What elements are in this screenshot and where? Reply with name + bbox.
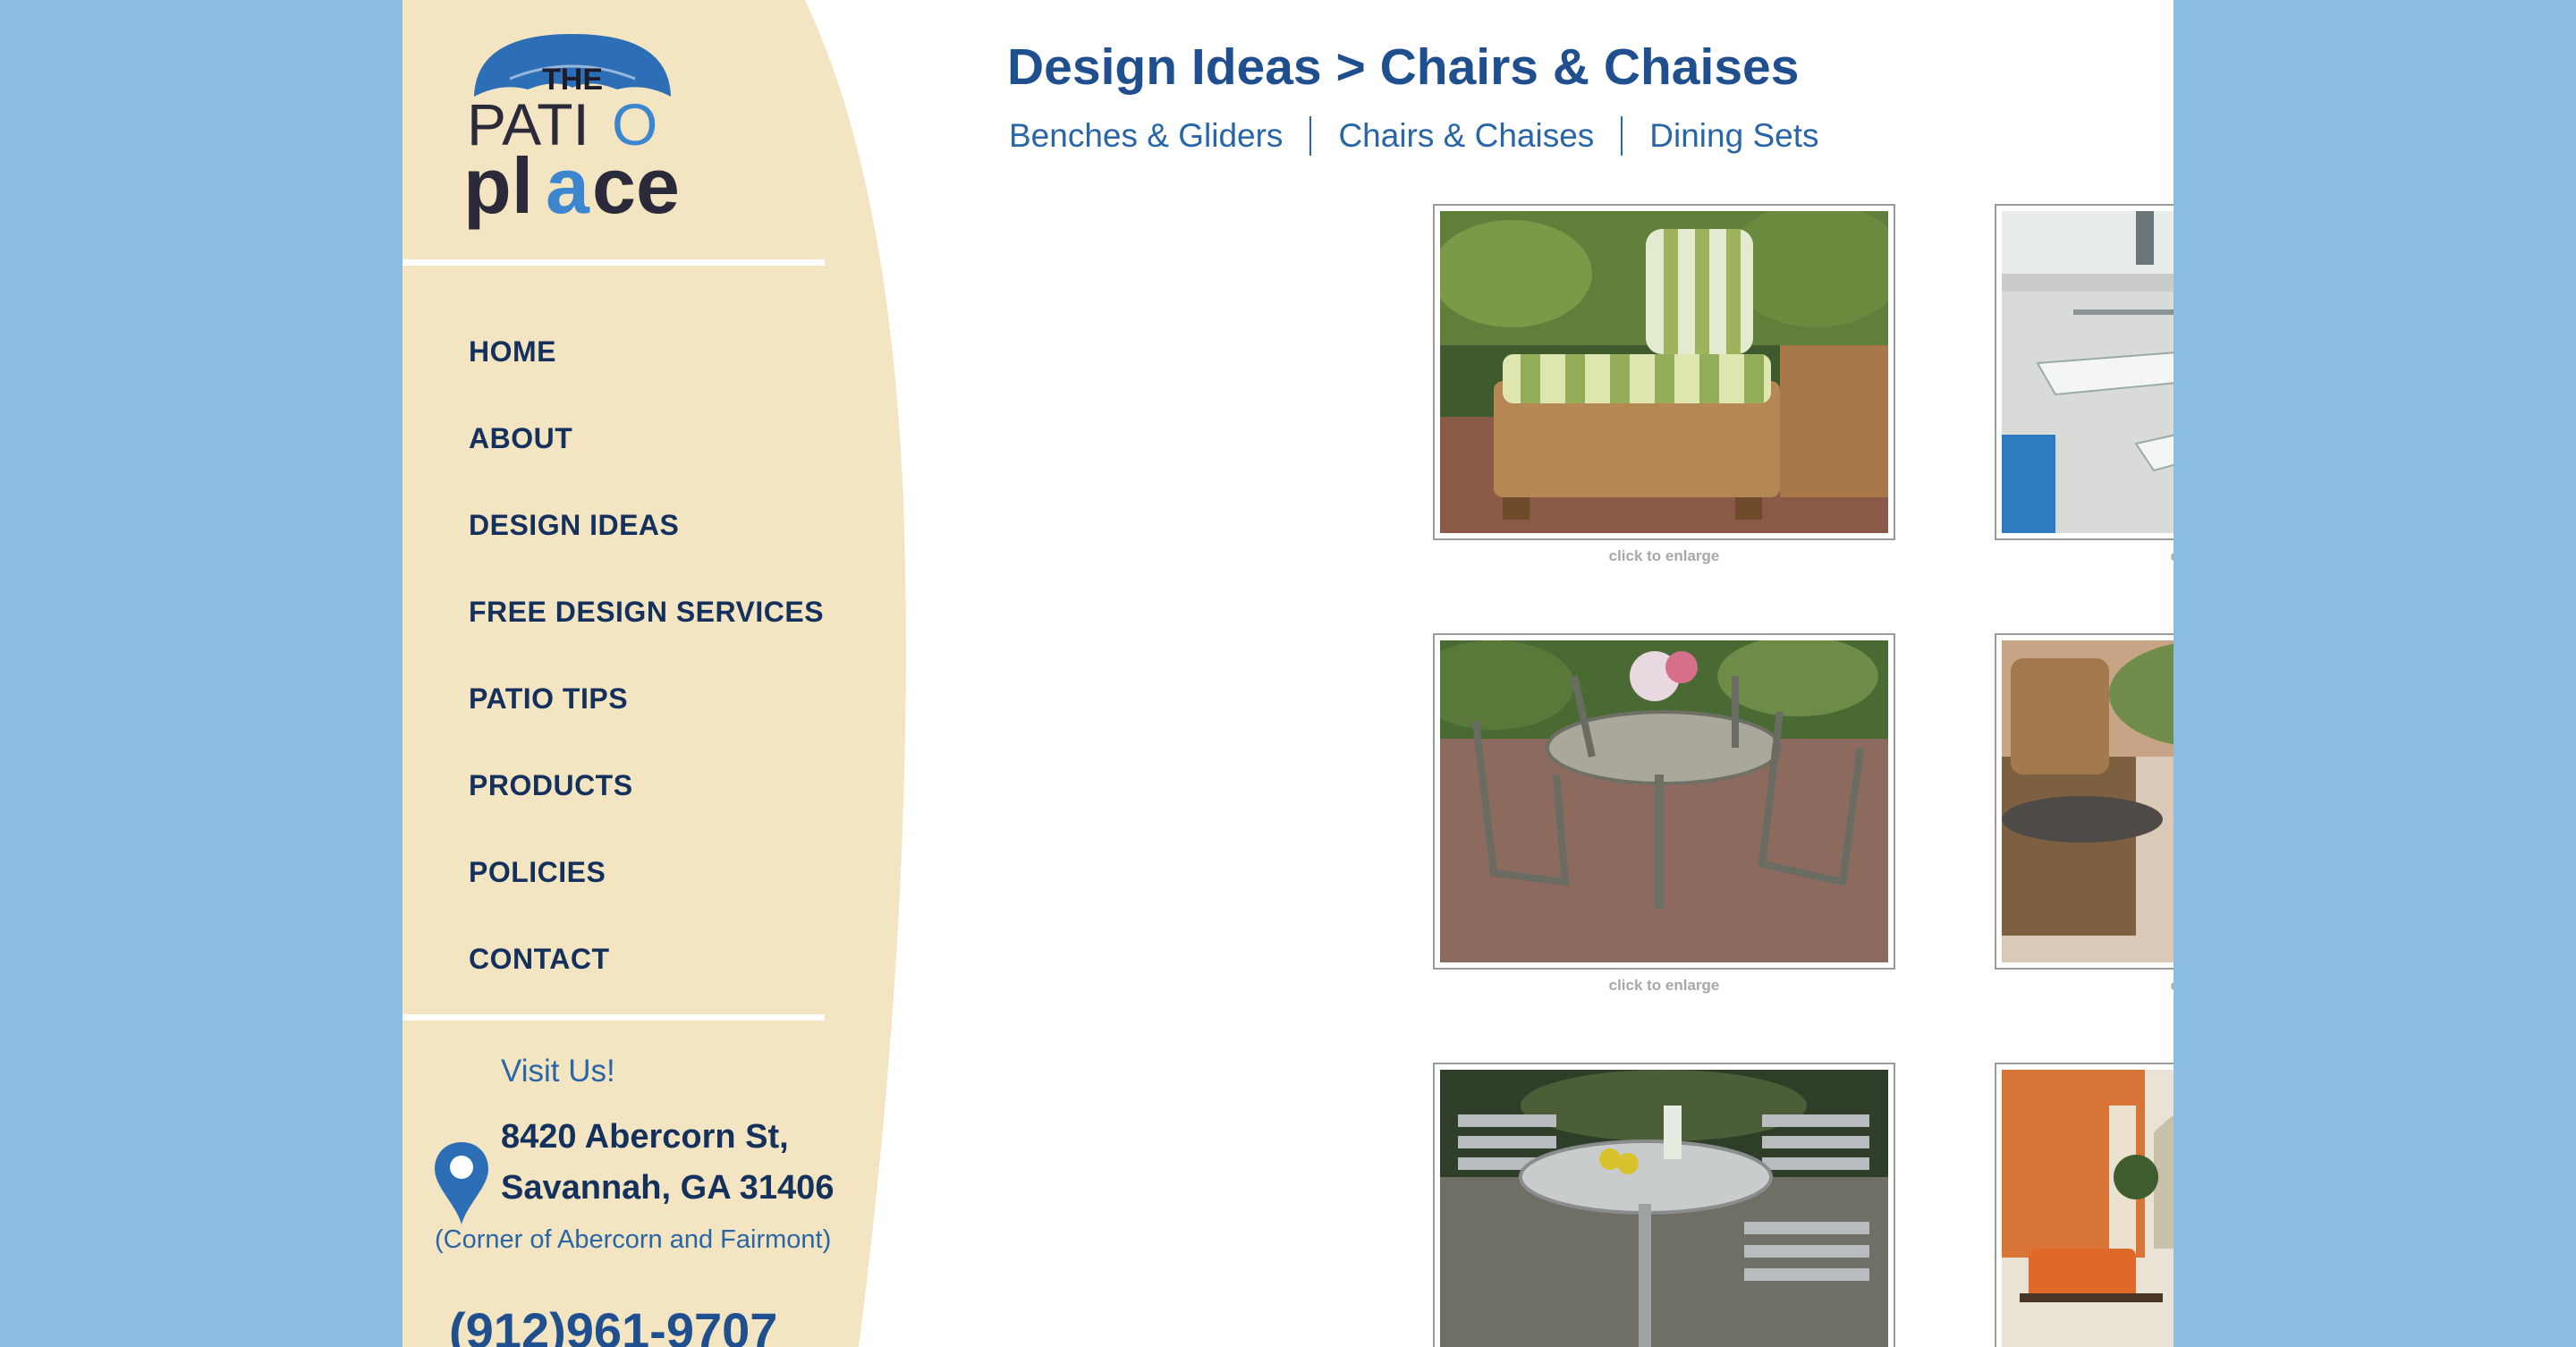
svg-text:pl: pl (463, 141, 533, 230)
gallery-thumbnail-2[interactable] (1995, 204, 2174, 540)
nav-link-patio-tips[interactable]: PATIO TIPS (469, 682, 628, 716)
gallery-thumbnail-6[interactable] (1995, 1063, 2174, 1347)
subcategory-nav: Benches & Gliders Chairs & Chaises Dinin… (1009, 116, 1819, 156)
gallery-thumbnail-1[interactable] (1433, 204, 1895, 540)
page-title: Design Ideas > Chairs & Chaises (1007, 38, 1800, 96)
sidebar: THE PATI O pl a ce HOME ABOUT DESIGN IDE… (402, 0, 975, 1347)
gallery-image-5 (1440, 1070, 1888, 1347)
map-pin-icon (435, 1142, 488, 1224)
page-container: THE PATI O pl a ce HOME ABOUT DESIGN IDE… (402, 0, 2174, 1347)
main-content: Design Ideas > Chairs & Chaises Benches … (1007, 0, 2174, 1347)
visit-us-heading: Visit Us! (501, 1054, 615, 1089)
nav-item-free-design-services[interactable]: FREE DESIGN SERVICES (469, 569, 824, 656)
subnav-chairs-chaises[interactable]: Chairs & Chaises (1338, 117, 1594, 155)
nav-link-home[interactable]: HOME (469, 335, 556, 369)
phone-number[interactable]: (912)961-9707 (449, 1301, 777, 1347)
gallery-image-2 (2002, 211, 2174, 533)
nav-item-products[interactable]: PRODUCTS (469, 742, 824, 829)
gallery-thumbnail-3[interactable] (1433, 633, 1895, 970)
gallery-image-6 (2002, 1070, 2174, 1347)
click-to-enlarge-caption: click to enlarge (1995, 977, 2174, 995)
nav-item-patio-tips[interactable]: PATIO TIPS (469, 656, 824, 742)
gallery-image-4 (2002, 640, 2174, 962)
nav-item-design-ideas[interactable]: DESIGN IDEAS (469, 482, 824, 569)
gallery-thumbnail-4[interactable] (1995, 633, 2174, 970)
address-corner-note: (Corner of Abercorn and Fairmont) (435, 1225, 832, 1254)
main-nav: HOME ABOUT DESIGN IDEAS FREE DESIGN SERV… (469, 309, 824, 1003)
nav-item-policies[interactable]: POLICIES (469, 829, 824, 916)
sidebar-divider-top (402, 259, 825, 266)
logo[interactable]: THE PATI O pl a ce (456, 27, 689, 233)
click-to-enlarge-caption: click to enlarge (1608, 547, 1720, 564)
nav-link-products[interactable]: PRODUCTS (469, 769, 633, 802)
nav-link-free-design-services[interactable]: FREE DESIGN SERVICES (469, 596, 824, 629)
nav-link-contact[interactable]: CONTACT (469, 943, 610, 976)
gallery-thumbnail-5[interactable] (1433, 1063, 1895, 1347)
address-line-1: 8420 Abercorn St, (501, 1118, 789, 1156)
click-to-enlarge-caption: click to enlarge (1608, 977, 1720, 994)
gallery-image-3 (1440, 640, 1888, 962)
click-to-enlarge-caption: click to enlarge (1995, 547, 2174, 565)
svg-text:ce: ce (592, 141, 680, 230)
gallery-image-1 (1440, 211, 1888, 533)
subnav-separator (1309, 116, 1312, 156)
nav-link-about[interactable]: ABOUT (469, 422, 572, 455)
nav-link-design-ideas[interactable]: DESIGN IDEAS (469, 509, 679, 542)
sidebar-divider-bottom (402, 1014, 825, 1021)
subnav-dining-sets[interactable]: Dining Sets (1649, 117, 1818, 155)
nav-item-contact[interactable]: CONTACT (469, 916, 824, 1003)
subnav-separator (1621, 116, 1623, 156)
subnav-benches-gliders[interactable]: Benches & Gliders (1009, 117, 1283, 155)
svg-text:a: a (546, 141, 590, 230)
nav-item-home[interactable]: HOME (469, 309, 824, 395)
address-line-2: Savannah, GA 31406 (501, 1169, 835, 1207)
nav-link-policies[interactable]: POLICIES (469, 856, 606, 889)
nav-item-about[interactable]: ABOUT (469, 395, 824, 482)
